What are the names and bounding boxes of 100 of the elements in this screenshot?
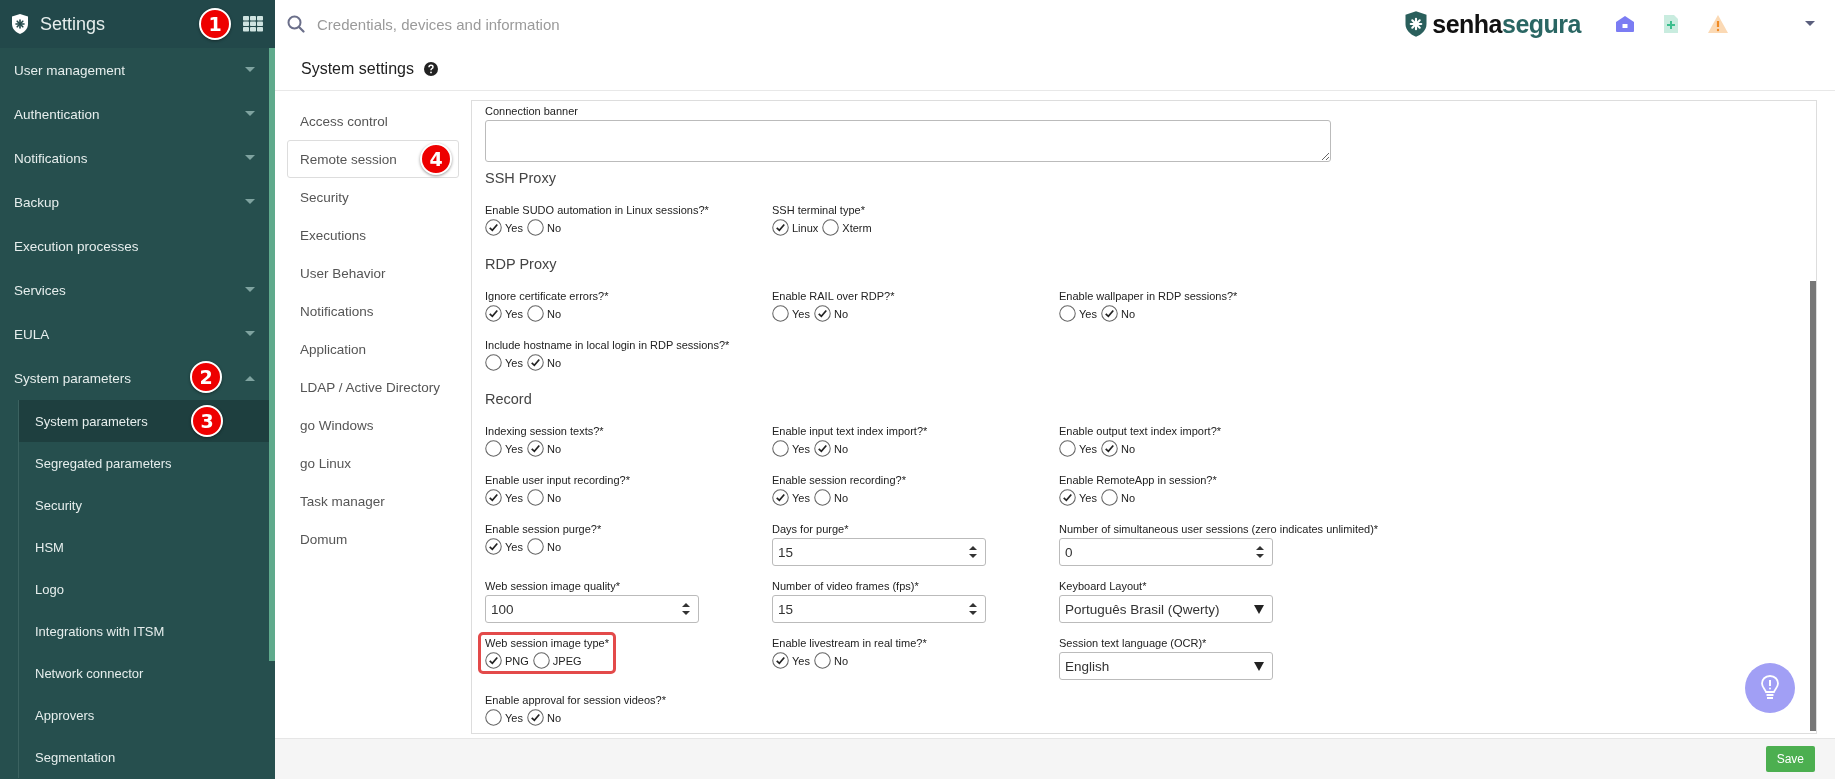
radio-option[interactable]: No: [526, 709, 561, 726]
radio-option[interactable]: No: [526, 305, 561, 322]
sidebar-item[interactable]: Execution processes: [0, 224, 269, 268]
sidebar-subitem[interactable]: Approvers: [19, 694, 269, 736]
spinner-icon[interactable]: [1256, 545, 1264, 559]
radio-option[interactable]: Yes: [485, 305, 523, 322]
sidebar-item[interactable]: Backup: [0, 180, 269, 224]
radio-option[interactable]: Yes: [485, 489, 523, 506]
radio-option[interactable]: Yes: [772, 305, 810, 322]
radio-option[interactable]: Yes: [485, 354, 523, 371]
dropdown-caret-icon: [1254, 604, 1264, 614]
annotation-badge: 1: [199, 8, 231, 40]
settings-tab[interactable]: LDAP / Active Directory: [287, 368, 459, 406]
number-input[interactable]: 15: [772, 595, 986, 623]
radio-option[interactable]: No: [526, 538, 561, 555]
radio-option[interactable]: Yes: [1059, 489, 1097, 506]
settings-tab[interactable]: go Linux: [287, 444, 459, 482]
radio-option[interactable]: No: [1100, 305, 1135, 322]
caret-icon: [245, 375, 255, 381]
field-label: Enable user input recording?*: [485, 474, 630, 486]
number-input[interactable]: 0: [1059, 538, 1273, 566]
settings-tab[interactable]: User Behavior: [287, 254, 459, 292]
number-input[interactable]: 100: [485, 595, 699, 623]
search-field[interactable]: Credentials, devices and information: [315, 14, 679, 34]
radio-option[interactable]: Yes: [485, 709, 523, 726]
sidebar-item[interactable]: Authentication: [0, 92, 269, 136]
radio-option[interactable]: No: [526, 440, 561, 457]
field-label: Enable session purge?*: [485, 523, 602, 535]
dropdown-caret-icon: [1254, 661, 1264, 671]
radio-option[interactable]: No: [526, 219, 561, 236]
radio-option[interactable]: Yes: [485, 440, 523, 457]
spinner-icon[interactable]: [682, 602, 690, 616]
sidebar-item[interactable]: Notifications: [0, 136, 269, 180]
number-input[interactable]: 15: [772, 538, 986, 566]
apps-grid-icon[interactable]: [243, 16, 263, 32]
radio-option[interactable]: No: [1100, 489, 1135, 506]
radio-option[interactable]: Yes: [1059, 305, 1097, 322]
settings-tab[interactable]: Domum: [287, 520, 459, 558]
help-icon[interactable]: [423, 62, 438, 76]
sidebar-subitem[interactable]: Security: [19, 484, 269, 526]
spinner-icon[interactable]: [969, 545, 977, 559]
radio-option[interactable]: JPEG: [532, 652, 582, 669]
settings-tab[interactable]: Task manager: [287, 482, 459, 520]
sidebar-subitem[interactable]: Network connector: [19, 652, 269, 694]
radio-option[interactable]: Yes: [1059, 440, 1097, 457]
settings-tab[interactable]: Access control: [287, 102, 459, 140]
section-title: RDP Proxy: [485, 256, 558, 272]
scrollbar[interactable]: [269, 48, 275, 661]
radio-option[interactable]: Linux: [772, 219, 819, 236]
radio-option[interactable]: Yes: [485, 219, 523, 236]
spinner-icon[interactable]: [969, 602, 977, 616]
field-label: Enable RemoteApp in session?*: [1059, 474, 1217, 486]
caret-icon: [245, 111, 255, 117]
field-label: Days for purge*: [772, 523, 850, 535]
sidebar-subitem[interactable]: HSM: [19, 526, 269, 568]
sidebar-subitem[interactable]: Integrations with ITSM: [19, 610, 269, 652]
radio-option[interactable]: No: [813, 440, 848, 457]
radio-option[interactable]: Yes: [772, 440, 810, 457]
settings-tab[interactable]: Remote session 4: [287, 140, 459, 178]
radio-option[interactable]: PNG: [485, 652, 529, 669]
lightbulb-icon: [1760, 674, 1780, 702]
caret-icon: [245, 155, 255, 161]
dropdown-select[interactable]: Português Brasil (Qwerty): [1059, 595, 1273, 623]
radio-option[interactable]: Xterm: [822, 219, 872, 236]
dropdown-caret-icon[interactable]: [1805, 21, 1815, 27]
settings-tab[interactable]: Notifications: [287, 292, 459, 330]
field-label: Enable input text index import?*: [772, 425, 928, 437]
radio-option[interactable]: No: [1100, 440, 1135, 457]
radio-option[interactable]: No: [526, 354, 561, 371]
sidebar-subitem[interactable]: Segmentation: [19, 736, 269, 778]
sidebar-subitem[interactable]: Logo: [19, 568, 269, 610]
settings-tab[interactable]: Application: [287, 330, 459, 368]
sidebar-item[interactable]: System parameters 2: [0, 356, 269, 400]
page-title: System settings: [301, 60, 414, 78]
caret-icon: [245, 331, 255, 337]
sidebar-item[interactable]: Services: [0, 268, 269, 312]
sidebar-subitem[interactable]: Segregated parameters: [19, 442, 269, 484]
radio-option[interactable]: Yes: [485, 538, 523, 555]
search-icon: [287, 15, 305, 33]
field-label: Enable approval for session videos?*: [485, 694, 666, 706]
shield-logo-icon: [1404, 10, 1429, 38]
radio-option[interactable]: No: [526, 489, 561, 506]
radio-option[interactable]: No: [813, 489, 848, 506]
field-label: Enable session recording?*: [772, 474, 906, 486]
field-label: Ignore certificate errors?*: [485, 290, 609, 302]
sidebar-item[interactable]: EULA: [0, 312, 269, 356]
settings-tab[interactable]: Executions: [287, 216, 459, 254]
dropdown-select[interactable]: English: [1059, 652, 1273, 680]
scrollbar[interactable]: [1810, 281, 1816, 731]
sidebar-subitem[interactable]: System parameters 3: [19, 400, 269, 442]
settings-tab[interactable]: Security: [287, 178, 459, 216]
radio-option[interactable]: Yes: [772, 489, 810, 506]
radio-option[interactable]: No: [813, 305, 848, 322]
settings-tab[interactable]: go Windows: [287, 406, 459, 444]
radio-option[interactable]: Yes: [772, 652, 810, 669]
sidebar-item[interactable]: User management: [0, 48, 269, 92]
home-icon[interactable]: [1615, 15, 1635, 33]
field-label: SSH terminal type*: [772, 204, 866, 216]
field-label: Web session image type*: [485, 637, 609, 649]
radio-option[interactable]: No: [813, 652, 848, 669]
